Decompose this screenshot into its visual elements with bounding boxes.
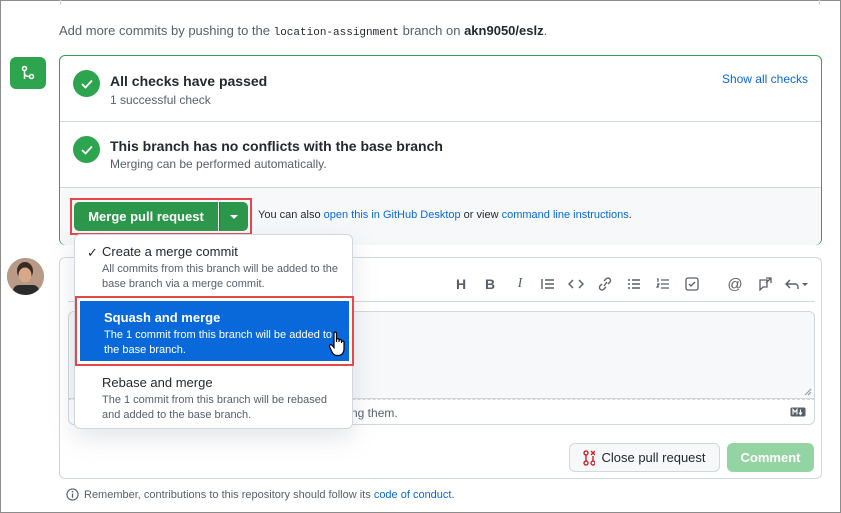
- numbered-list-icon[interactable]: [655, 276, 671, 292]
- merge-option-title: Create a merge commit: [102, 244, 238, 259]
- merge-option-title: Rebase and merge: [102, 375, 213, 390]
- footer-prefix: Remember, contributions to this reposito…: [84, 488, 374, 501]
- command-line-instructions-link[interactable]: command line instructions: [502, 209, 629, 221]
- info-icon: [66, 488, 79, 501]
- checks-subtitle: 1 successful check: [110, 93, 211, 107]
- italic-icon[interactable]: I: [512, 276, 528, 292]
- check-success-icon: [73, 136, 100, 163]
- merge-option-description: The 1 commit from this branch will be re…: [102, 394, 327, 421]
- reply-icon[interactable]: [785, 276, 809, 292]
- mention-icon[interactable]: @: [727, 276, 743, 293]
- task-list-icon[interactable]: [684, 276, 700, 292]
- info-prefix: Add more commits by pushing to the: [59, 23, 274, 38]
- check-success-icon: [73, 70, 100, 97]
- close-pull-request-label: Close pull request: [601, 450, 706, 465]
- merge-option-title: Squash and merge: [104, 310, 221, 325]
- code-icon[interactable]: [568, 276, 584, 292]
- repo-name: akn9050/eslz: [464, 23, 544, 38]
- comment-button[interactable]: Comment: [727, 443, 814, 472]
- merge-option-create-merge-commit[interactable]: ✓ Create a merge commit All commits from…: [75, 235, 352, 297]
- show-all-checks-link[interactable]: Show all checks: [722, 72, 808, 86]
- squash-option-highlight-frame: Squash and merge The 1 commit from this …: [75, 296, 354, 366]
- merge-option-description: All commits from this branch will be add…: [102, 263, 338, 290]
- also-suffix: .: [628, 209, 632, 221]
- close-pull-request-button[interactable]: Close pull request: [569, 443, 720, 472]
- pull-request-closed-icon: [583, 449, 596, 466]
- previous-section-border: [60, 0, 820, 5]
- merge-option-squash-and-merge[interactable]: Squash and merge The 1 commit from this …: [80, 301, 349, 361]
- merge-option-rebase-and-merge[interactable]: Rebase and merge The 1 commit from this …: [75, 368, 352, 430]
- link-icon[interactable]: [597, 276, 613, 292]
- conflicts-title: This branch has no conflicts with the ba…: [110, 138, 443, 154]
- resize-handle-icon[interactable]: [804, 388, 812, 396]
- git-merge-icon: [10, 57, 46, 89]
- merge-pull-request-button[interactable]: Merge pull request: [74, 202, 218, 231]
- avatar: [7, 258, 44, 295]
- heading-icon[interactable]: H: [453, 276, 469, 292]
- merge-method-dropdown-toggle[interactable]: [219, 202, 248, 231]
- bold-icon[interactable]: B: [482, 276, 498, 292]
- conflicts-section: This branch has no conflicts with the ba…: [60, 122, 821, 188]
- conflicts-subtitle: Merging can be performed automatically.: [110, 157, 327, 171]
- merge-button-group: Merge pull request: [70, 198, 252, 235]
- merge-option-description: The 1 commit from this branch will be ad…: [104, 329, 333, 356]
- code-of-conduct-note: Remember, contributions to this reposito…: [66, 488, 455, 501]
- checks-title: All checks have passed: [110, 73, 268, 89]
- markdown-icon: [790, 407, 806, 417]
- merge-alternatives-text: You can also open this in GitHub Desktop…: [258, 209, 632, 221]
- code-of-conduct-link[interactable]: code of conduct: [374, 489, 452, 501]
- github-desktop-link[interactable]: open this in GitHub Desktop: [324, 209, 461, 221]
- or-view-text: or view: [460, 209, 502, 221]
- info-suffix: .: [543, 23, 548, 38]
- checks-section: All checks have passed 1 successful chec…: [60, 56, 821, 122]
- merge-status-box: All checks have passed 1 successful chec…: [59, 55, 822, 245]
- bulleted-list-icon[interactable]: [626, 276, 642, 292]
- checkmark-icon: ✓: [87, 245, 98, 260]
- hand-pointer-cursor-icon: [328, 331, 345, 357]
- add-commits-info: Add more commits by pushing to the locat…: [59, 23, 547, 39]
- footer-suffix: .: [451, 488, 455, 501]
- branch-name: location-assignment: [273, 27, 400, 39]
- info-middle: branch on: [399, 23, 465, 38]
- also-prefix: You can also: [258, 209, 324, 221]
- caret-down-icon: [230, 214, 238, 219]
- quote-icon[interactable]: [540, 276, 556, 292]
- merge-method-menu: ✓ Create a merge commit All commits from…: [74, 234, 354, 430]
- reference-icon[interactable]: [757, 276, 773, 292]
